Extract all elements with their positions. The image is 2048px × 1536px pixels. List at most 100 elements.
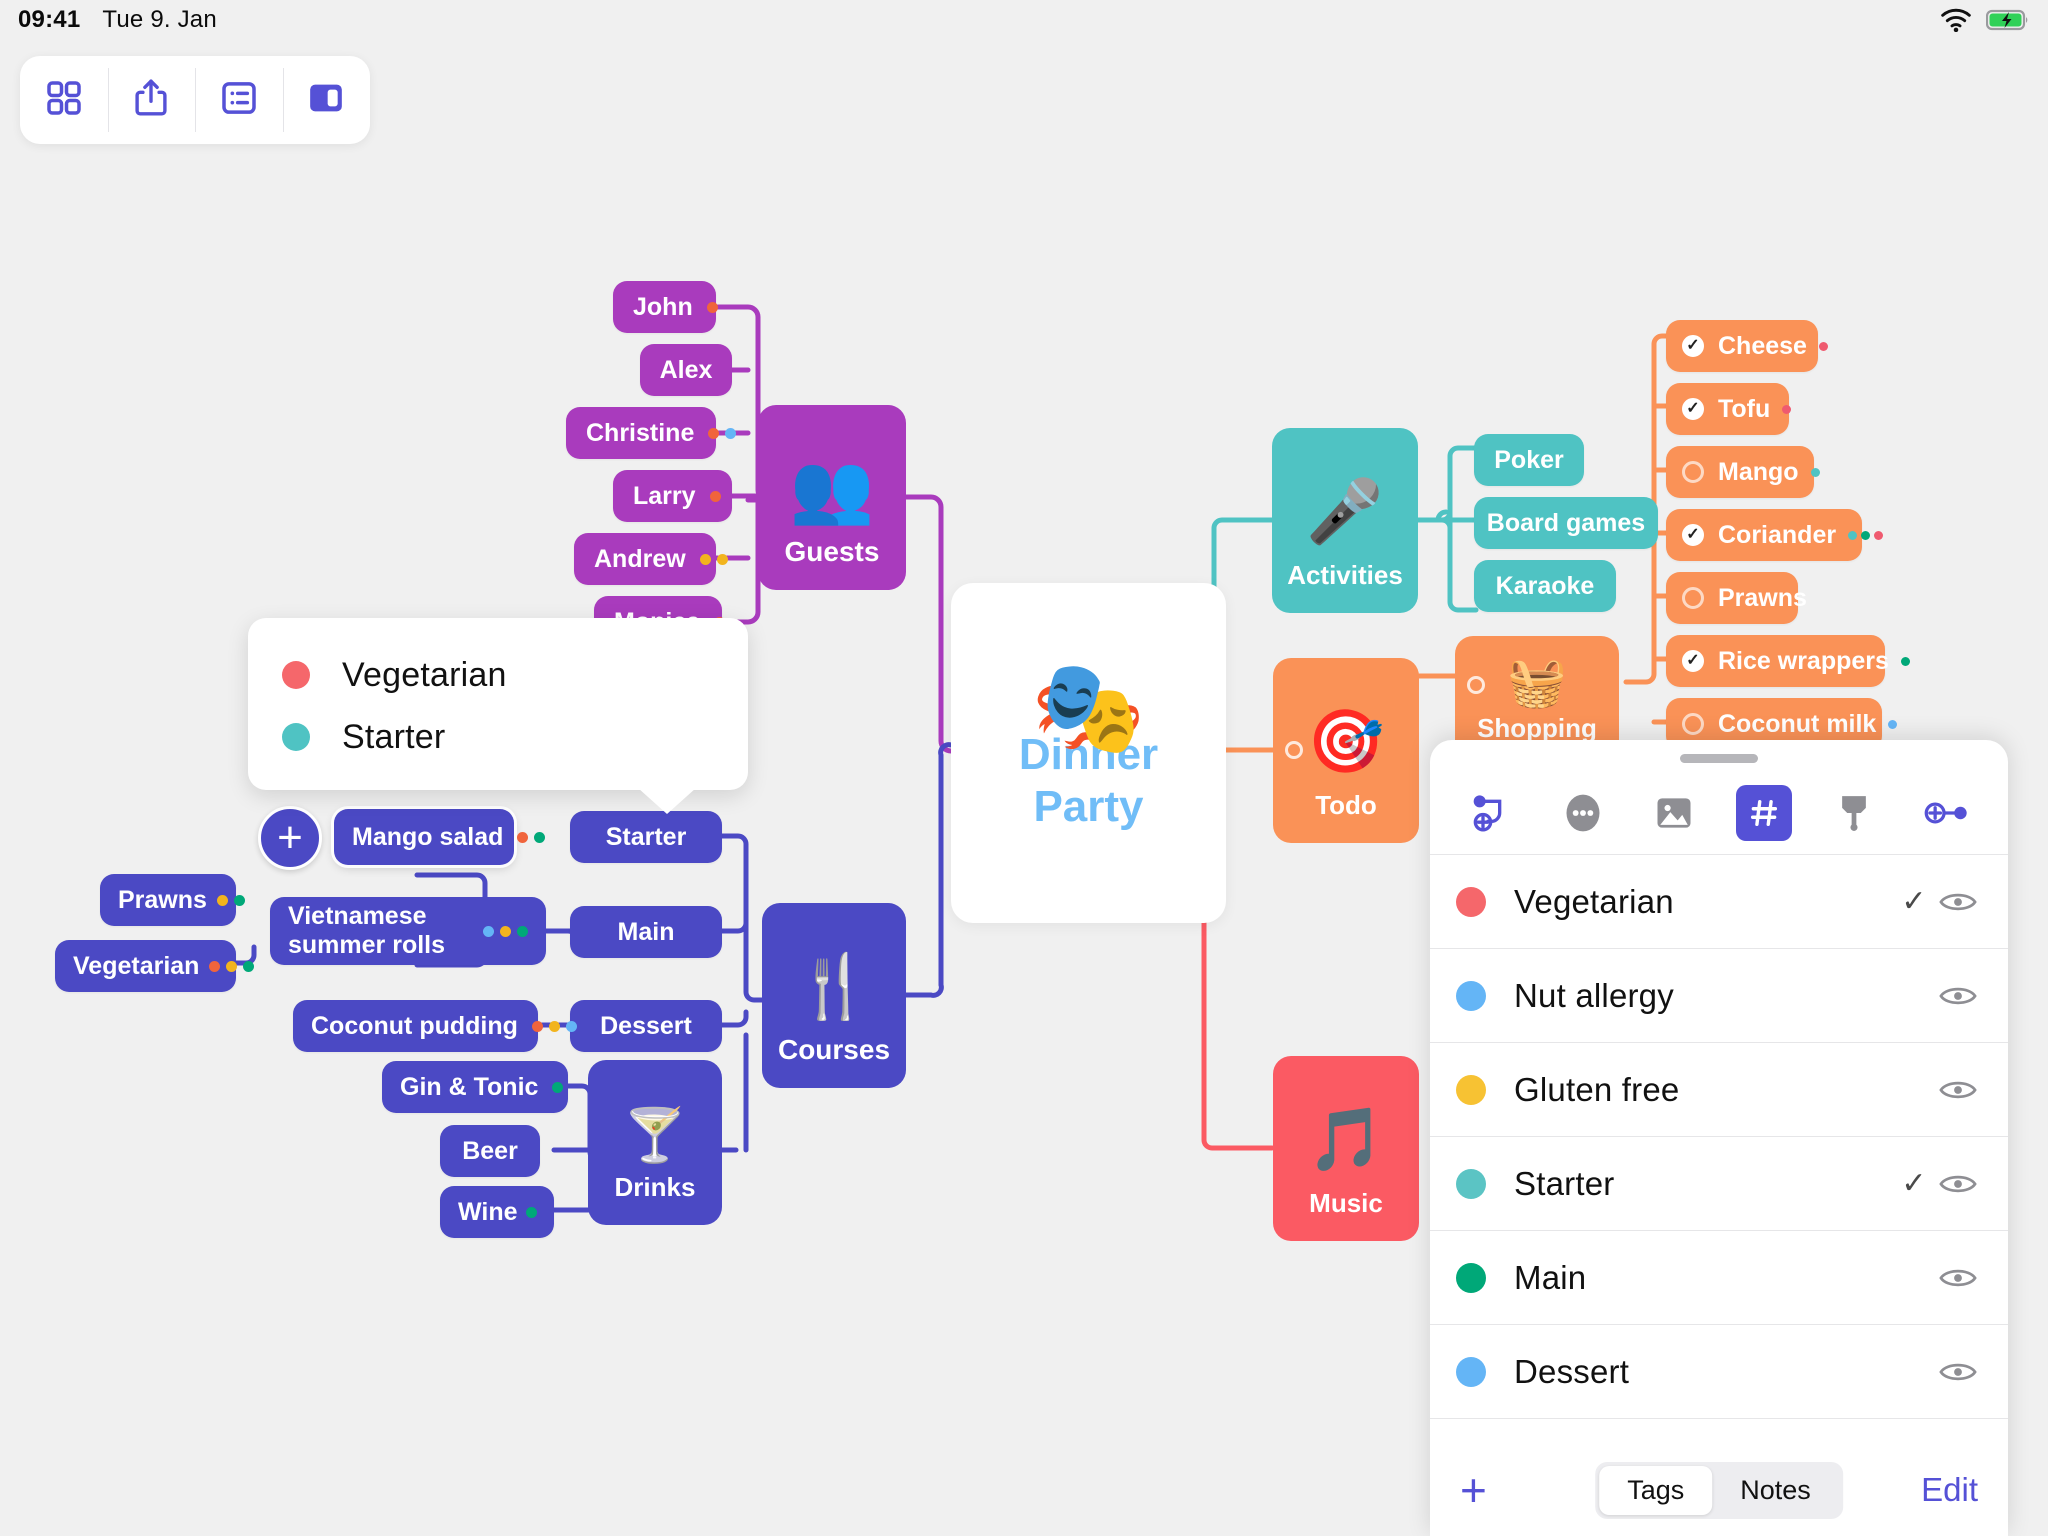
add-node-button[interactable]: + bbox=[258, 806, 322, 870]
eye-icon[interactable] bbox=[1934, 1265, 1982, 1291]
tag-list-item[interactable]: Nut allergy bbox=[1430, 949, 2008, 1043]
checkbox-unchecked-icon[interactable] bbox=[1682, 713, 1704, 735]
grid-view-button[interactable] bbox=[20, 56, 108, 144]
node-beer[interactable]: Beer bbox=[440, 1125, 540, 1177]
shopping-item-mango[interactable]: Mango bbox=[1666, 446, 1820, 498]
node-vegetarian-course[interactable]: Vegetarian bbox=[55, 940, 255, 992]
mindmap-canvas[interactable]: 09:41 Tue 9. Jan 👥 Guests John Alex Chri… bbox=[0, 0, 2048, 1536]
node-karaoke[interactable]: Karaoke bbox=[1474, 560, 1616, 612]
node-larry[interactable]: Larry bbox=[613, 470, 732, 522]
image-icon[interactable] bbox=[1646, 785, 1702, 841]
tab-notes[interactable]: Notes bbox=[1712, 1466, 1839, 1515]
tag-color-dot bbox=[282, 661, 310, 689]
checkbox-unchecked-icon[interactable] bbox=[1682, 461, 1704, 483]
node-alex[interactable]: Alex bbox=[640, 344, 732, 396]
tab-tags[interactable]: Tags bbox=[1599, 1465, 1713, 1515]
tag-dots bbox=[209, 960, 255, 972]
cocktail-icon: 🍸 bbox=[622, 1106, 688, 1165]
paintbrush-icon[interactable] bbox=[1826, 785, 1882, 841]
central-title-line2: Party bbox=[1033, 782, 1144, 831]
date-label: Tue 9. Jan bbox=[102, 6, 217, 33]
checkbox-unchecked-icon[interactable] bbox=[1682, 587, 1704, 609]
node-mango-salad[interactable]: Mango salad bbox=[334, 809, 546, 865]
add-relation-icon[interactable] bbox=[1465, 785, 1521, 841]
tag-dots bbox=[1818, 341, 1828, 351]
panel-drag-handle[interactable] bbox=[1680, 754, 1758, 763]
collapse-handle[interactable] bbox=[1285, 741, 1303, 759]
node-label: Cheese bbox=[1718, 331, 1807, 360]
shopping-item-cheese[interactable]: Cheese bbox=[1666, 320, 1828, 372]
checkbox-checked-icon[interactable] bbox=[1682, 650, 1704, 672]
node-andrew[interactable]: Andrew bbox=[574, 533, 728, 585]
eye-icon[interactable] bbox=[1934, 983, 1982, 1009]
tag-dots bbox=[552, 1081, 564, 1093]
grid-icon bbox=[44, 78, 84, 123]
node-courses[interactable]: 🍴 Courses bbox=[762, 903, 906, 1088]
node-prawns-course[interactable]: Prawns bbox=[100, 874, 245, 926]
node-christine[interactable]: Christine bbox=[566, 407, 737, 459]
tag-color-dot bbox=[1456, 1356, 1486, 1387]
node-poker[interactable]: Poker bbox=[1474, 434, 1584, 486]
tag-color-dot bbox=[1456, 886, 1486, 917]
node-label: Mango salad bbox=[352, 822, 504, 851]
shopping-item-coriander[interactable]: Coriander bbox=[1666, 509, 1884, 561]
shopping-item-rice-wrappers[interactable]: Rice wrappers bbox=[1666, 635, 1910, 687]
sidebar-toggle-button[interactable] bbox=[282, 56, 371, 144]
collapse-handle[interactable] bbox=[1467, 676, 1485, 694]
tag-dots bbox=[531, 1020, 577, 1032]
tag-checkmark[interactable]: ✓ bbox=[1894, 884, 1934, 919]
node-todo[interactable]: 🎯 Todo bbox=[1273, 658, 1419, 843]
add-node-icon[interactable] bbox=[1917, 785, 1973, 841]
node-gin-and-tonic[interactable]: Gin & Tonic bbox=[382, 1061, 568, 1113]
node-starter[interactable]: Starter bbox=[570, 811, 722, 863]
node-dessert[interactable]: Dessert bbox=[570, 1000, 722, 1052]
tag-list-item[interactable]: Starter ✓ bbox=[1430, 1137, 2008, 1231]
node-label: Karaoke bbox=[1495, 571, 1595, 600]
node-john[interactable]: John bbox=[613, 281, 718, 333]
shopping-item-tofu[interactable]: Tofu bbox=[1666, 383, 1792, 435]
node-label: Coconut pudding bbox=[311, 1011, 518, 1040]
tag-list-item[interactable]: Dessert bbox=[1430, 1325, 2008, 1419]
share-button[interactable] bbox=[107, 56, 196, 144]
tag-dots bbox=[1848, 530, 1884, 540]
node-label: Tofu bbox=[1718, 394, 1771, 423]
tag-hash-icon[interactable] bbox=[1736, 784, 1793, 841]
eye-icon[interactable] bbox=[1934, 1359, 1982, 1385]
eye-icon[interactable] bbox=[1934, 1077, 1982, 1103]
node-main[interactable]: Main bbox=[570, 906, 722, 958]
top-toolbar bbox=[20, 56, 370, 144]
checkbox-checked-icon[interactable] bbox=[1682, 398, 1704, 420]
node-label: Music bbox=[1309, 1188, 1383, 1218]
tag-list-item[interactable]: Gluten free bbox=[1430, 1043, 2008, 1137]
tag-color-dot bbox=[1456, 1074, 1486, 1105]
masquerade-mask-icon: 🎭 bbox=[1031, 657, 1146, 759]
shopping-item-prawns[interactable]: Prawns bbox=[1666, 572, 1807, 624]
add-tag-button[interactable]: + bbox=[1460, 1467, 1487, 1513]
node-guests[interactable]: 👥 Guests bbox=[758, 405, 906, 590]
tooltip-tag-row: Vegetarian bbox=[282, 644, 748, 706]
node-drinks[interactable]: 🍸 Drinks bbox=[588, 1060, 722, 1225]
tag-color-dot bbox=[1456, 980, 1486, 1011]
eye-icon[interactable] bbox=[1934, 889, 1982, 915]
tag-color-dot bbox=[1456, 1262, 1486, 1293]
node-board-games[interactable]: Board games bbox=[1474, 497, 1658, 549]
tag-checkmark[interactable]: ✓ bbox=[1894, 1166, 1934, 1201]
node-music[interactable]: 🎵 Music bbox=[1273, 1056, 1419, 1241]
outline-view-button[interactable] bbox=[195, 56, 283, 144]
more-options-icon[interactable] bbox=[1555, 785, 1611, 841]
eye-icon[interactable] bbox=[1934, 1171, 1982, 1197]
tooltip-tag-row: Starter bbox=[282, 706, 748, 768]
node-dinner-party[interactable]: 🎭 Dinner Party bbox=[951, 583, 1226, 923]
checkbox-checked-icon[interactable] bbox=[1682, 335, 1704, 357]
node-activities[interactable]: 🎤 Activities bbox=[1272, 428, 1418, 613]
tag-list-item[interactable]: Main bbox=[1430, 1231, 2008, 1325]
node-coconut-pudding[interactable]: Coconut pudding bbox=[293, 1000, 577, 1052]
edit-button[interactable]: Edit bbox=[1921, 1471, 1978, 1509]
wifi-icon bbox=[1940, 8, 1972, 37]
tag-list-item[interactable]: Vegetarian ✓ bbox=[1430, 855, 2008, 949]
checkbox-checked-icon[interactable] bbox=[1682, 524, 1704, 546]
dartboard-icon: 🎯 bbox=[1307, 707, 1385, 777]
node-vietnamese-summer-rolls[interactable]: Vietnamese summer rolls bbox=[270, 897, 546, 965]
node-label: Activities bbox=[1287, 560, 1403, 590]
node-wine[interactable]: Wine bbox=[440, 1186, 554, 1238]
